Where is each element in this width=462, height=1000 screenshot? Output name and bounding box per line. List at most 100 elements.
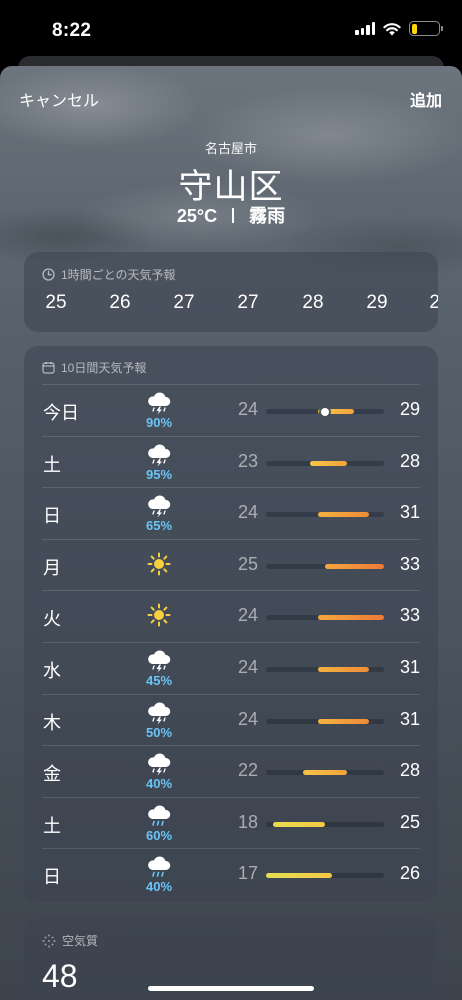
- air-quality-title: 空気質: [62, 934, 99, 948]
- precipitation-chance: 60%: [145, 827, 173, 843]
- forecast-day-row[interactable]: 日 40% 17 26: [42, 848, 420, 900]
- precipitation-chance: 50%: [145, 724, 173, 740]
- temperature-range-bar: [266, 718, 384, 724]
- precipitation-chance: 95%: [145, 466, 173, 482]
- hourly-forecast-title: 1時間ごとの天気予報: [61, 268, 176, 282]
- temperature-range-fill: [310, 460, 348, 466]
- temperature-range-bar: [266, 821, 384, 827]
- location-name: 守山区: [178, 168, 284, 206]
- thunderstorm-icon: [144, 389, 174, 415]
- temperature-range-fill: [317, 718, 370, 724]
- rain-icon: [144, 802, 174, 828]
- forecast-day-row[interactable]: 金 40% 22 28: [42, 745, 420, 797]
- temperature-range-fill: [302, 770, 348, 776]
- current-temperature: 25°C: [176, 206, 218, 226]
- temperature-range-bar: [266, 667, 384, 672]
- battery-icon: [409, 21, 443, 36]
- wifi-icon: [383, 22, 401, 35]
- thunderstorm-icon: [144, 647, 174, 673]
- high-temperature: 31: [399, 657, 420, 677]
- thunderstorm-icon: [144, 699, 174, 725]
- precipitation-chance: 40%: [145, 879, 173, 895]
- forecast-day-row[interactable]: 月 25 33: [42, 538, 420, 591]
- forecast-day: 水: [43, 661, 61, 681]
- thunderstorm-icon: [144, 492, 174, 518]
- sun-icon: [144, 552, 174, 578]
- low-temperature: 22: [237, 760, 258, 781]
- status-icons: [355, 21, 443, 36]
- temperature-range-bar: [266, 512, 384, 518]
- temperature-range-bar: [266, 770, 384, 776]
- air-quality-value: 48: [42, 958, 78, 994]
- city-name: 名古屋市: [204, 141, 257, 156]
- status-time: 8:22: [52, 20, 92, 41]
- thunderstorm-icon: [144, 441, 174, 467]
- sun-icon: [144, 603, 174, 629]
- hourly-temperature: 27: [173, 292, 195, 313]
- low-temperature: 23: [237, 450, 258, 471]
- current-condition: 霧雨: [249, 206, 286, 226]
- forecast-day-row[interactable]: 土 95% 23 28: [42, 435, 420, 488]
- rain-icon: [144, 853, 174, 879]
- forecast-day: 日: [43, 867, 61, 888]
- hourly-temperature: 27: [237, 292, 259, 313]
- low-temperature: 24: [237, 399, 258, 419]
- forecast-day: 月: [43, 557, 61, 578]
- conditions-divider: [232, 208, 235, 223]
- low-temperature: 18: [237, 811, 258, 832]
- forecast-day-row[interactable]: 火 24 33: [42, 590, 420, 642]
- high-temperature: 28: [399, 450, 420, 471]
- high-temperature: 25: [399, 811, 420, 832]
- clock-icon: [42, 268, 55, 281]
- low-temperature: 25: [237, 553, 258, 574]
- forecast-day: 金: [43, 764, 61, 785]
- temperature-range-fill: [317, 512, 370, 518]
- hourly-temperature: 26: [109, 292, 131, 313]
- precipitation-chance: 45%: [145, 673, 173, 688]
- high-temperature: 33: [399, 553, 420, 574]
- forecast-day-row[interactable]: 木 50% 24 31: [42, 693, 420, 746]
- temperature-range-fill: [317, 667, 370, 672]
- forecast-day: 土: [43, 815, 61, 836]
- thunderstorm-icon: [144, 750, 174, 776]
- hourly-temperature: 29: [366, 292, 388, 313]
- temperature-range-bar: [266, 407, 384, 416]
- hourly-forecast-header: 1時間ごとの天気予報: [42, 266, 176, 283]
- forecast-day: 土: [43, 454, 61, 475]
- low-temperature: 24: [237, 502, 258, 523]
- calendar-icon: [42, 362, 55, 374]
- forecast-day-row[interactable]: 今日 90% 24 29: [42, 384, 420, 436]
- precipitation-chance: 40%: [145, 776, 173, 792]
- location-preview-sheet: キャンセル 追加 名古屋市 守山区 25°C 霧雨 1時間ごとの天気予報 25 2…: [0, 66, 462, 1000]
- battery-level: [411, 23, 417, 34]
- home-indicator[interactable]: [148, 986, 314, 991]
- temperature-range-bar: [266, 563, 384, 569]
- high-temperature: 31: [399, 502, 420, 523]
- precipitation-chance: 65%: [145, 518, 173, 534]
- forecast-day: 木: [43, 712, 61, 733]
- low-temperature: 24: [237, 708, 258, 729]
- forecast-day: 今日: [43, 403, 79, 423]
- forecast-day-row[interactable]: 日 65% 24 31: [42, 487, 420, 539]
- forecast-day-row[interactable]: 水 45% 24 31: [42, 642, 420, 694]
- hourly-temperature-strip[interactable]: 25 26 27 27 28 29 29: [24, 292, 438, 316]
- add-button[interactable]: 追加: [410, 87, 442, 111]
- hourly-temperature: 28: [302, 292, 324, 313]
- hourly-temperature: 29: [429, 292, 438, 313]
- temperature-range-bar: [266, 873, 384, 879]
- temperature-range-fill: [266, 873, 333, 879]
- precipitation-chance: 90%: [145, 415, 173, 430]
- forecast-day-row[interactable]: 土 60% 18 25: [42, 796, 420, 849]
- low-temperature: 17: [237, 863, 258, 884]
- low-temperature: 24: [237, 605, 258, 626]
- ten-day-forecast-title: 10日間天気予報: [61, 361, 147, 375]
- cancel-button[interactable]: キャンセル: [19, 87, 99, 111]
- forecast-day: 火: [43, 609, 61, 630]
- ten-day-forecast-header: 10日間天気予報: [42, 359, 146, 376]
- high-temperature: 28: [399, 760, 420, 781]
- hourly-forecast-card[interactable]: 1時間ごとの天気予報 25 26 27 27 28 29 29: [24, 252, 438, 332]
- temperature-range-fill: [273, 821, 325, 827]
- low-temperature: 24: [237, 657, 258, 677]
- air-quality-header: 空気質: [42, 932, 98, 949]
- air-quality-icon: [42, 934, 56, 947]
